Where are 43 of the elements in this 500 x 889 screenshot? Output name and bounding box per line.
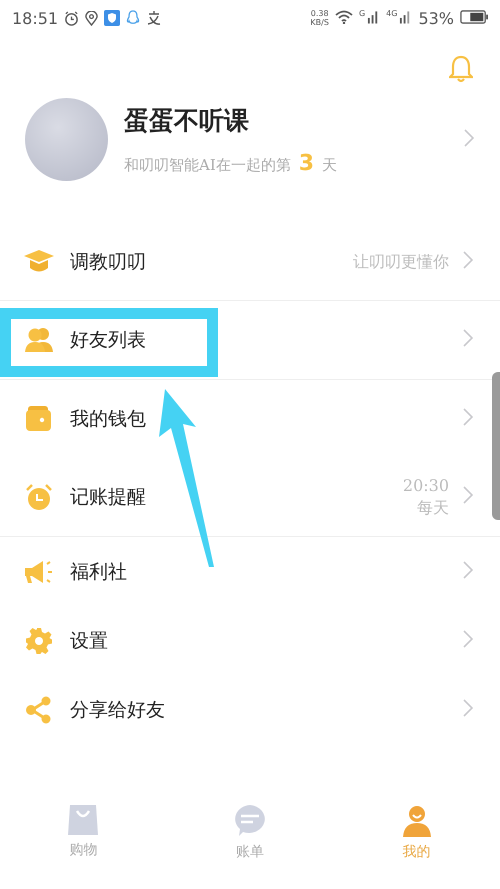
- translate-icon: [146, 10, 162, 26]
- chevron-icon: [463, 251, 473, 269]
- alarm-clock-icon: [64, 10, 80, 26]
- menu-note: 20:30: [402, 475, 449, 497]
- chevron-icon: [464, 128, 474, 146]
- bell-icon[interactable]: [449, 55, 473, 83]
- chat-bubble-icon: [234, 805, 266, 837]
- menu-note: 让叨叨更懂你: [353, 251, 449, 273]
- battery-icon: [460, 10, 488, 24]
- share-icon: [25, 696, 53, 724]
- chevron-icon: [463, 560, 473, 578]
- penguin-icon: [126, 10, 140, 26]
- shopping-bag-icon: [67, 805, 100, 835]
- network-type: G: [358, 9, 366, 18]
- menu-label[interactable]: 设置: [70, 628, 108, 654]
- clock-time: 18:51: [12, 8, 58, 28]
- menu-label[interactable]: 分享给好友: [70, 696, 165, 722]
- battery-percent: 53%: [418, 8, 454, 28]
- menu-label[interactable]: 记账提醒: [70, 484, 146, 510]
- shield-icon: [104, 10, 120, 26]
- menu-label[interactable]: 福利社: [70, 558, 127, 584]
- wallet-icon: [25, 406, 53, 432]
- gear-icon: [25, 626, 53, 654]
- menu-label[interactable]: 好友列表: [70, 327, 146, 353]
- menu-label[interactable]: 调教叨叨: [70, 249, 146, 275]
- speed-unit: KB/S: [310, 18, 329, 27]
- chevron-icon: [463, 329, 473, 347]
- days-together-text: 和叨叨智能AI在一起的第 3 天: [124, 150, 338, 176]
- chevron-icon: [463, 630, 473, 648]
- chevron-icon: [463, 408, 473, 426]
- chevron-icon: [463, 698, 473, 716]
- network-type: 4G: [386, 9, 398, 18]
- person-icon: [400, 805, 433, 837]
- people-icon: [24, 327, 54, 353]
- megaphone-icon: [24, 558, 54, 584]
- chevron-icon: [463, 486, 473, 504]
- network-speed: 0.38: [310, 9, 329, 18]
- location-icon: [85, 10, 98, 26]
- menu-note: 每天: [417, 497, 449, 519]
- user-name: 蛋蛋不听课: [124, 104, 250, 136]
- wifi-icon: [334, 10, 353, 24]
- menu-label[interactable]: 我的钱包: [70, 406, 146, 432]
- alarm-clock-icon: [25, 483, 53, 511]
